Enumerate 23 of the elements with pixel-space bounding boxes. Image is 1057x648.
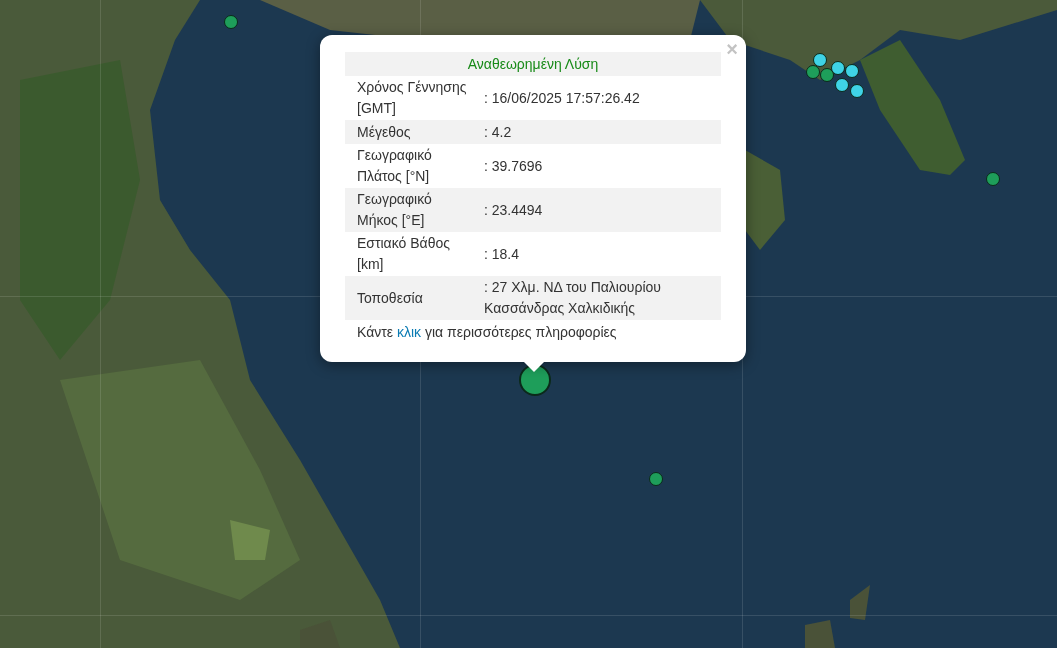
earthquake-marker[interactable] — [835, 78, 849, 92]
field-label: Μέγεθος — [356, 123, 412, 142]
more-info-text: Κάντε κλικ για περισσότερες πληροφορίες — [356, 323, 618, 342]
field-label: Εστιακό Βάθος [km] — [356, 234, 451, 274]
earthquake-marker[interactable] — [850, 84, 864, 98]
earthquake-marker[interactable] — [986, 172, 1000, 186]
field-value: : 23.4494 — [483, 200, 544, 220]
field-value: : 4.2 — [483, 122, 513, 142]
field-label: Γεωγραφικό Πλάτος [°N] — [356, 146, 433, 186]
field-value: : 18.4 — [483, 244, 521, 264]
field-value: : 16/06/2025 17:57:26.42 — [483, 88, 641, 108]
field-value: : 27 Χλμ. ΝΔ του Παλιουρίου Κασσάνδρας Χαλκιδικής — [483, 278, 662, 318]
field-label: Γεωγραφικό Μήκος [°E] — [356, 190, 433, 230]
earthquake-marker[interactable] — [649, 472, 663, 486]
earthquake-marker[interactable] — [806, 65, 820, 79]
earthquake-marker[interactable] — [845, 64, 859, 78]
field-value: : 39.7696 — [483, 156, 544, 176]
earthquake-marker[interactable] — [224, 15, 238, 29]
popup-title: Αναθεωρημένη Λύση — [345, 52, 721, 76]
earthquake-marker[interactable] — [519, 364, 551, 396]
field-label: Τοποθεσία — [356, 288, 424, 308]
field-label: Χρόνος Γέννησης [GMT] — [356, 78, 468, 118]
more-info-link[interactable]: κλικ — [396, 324, 422, 340]
